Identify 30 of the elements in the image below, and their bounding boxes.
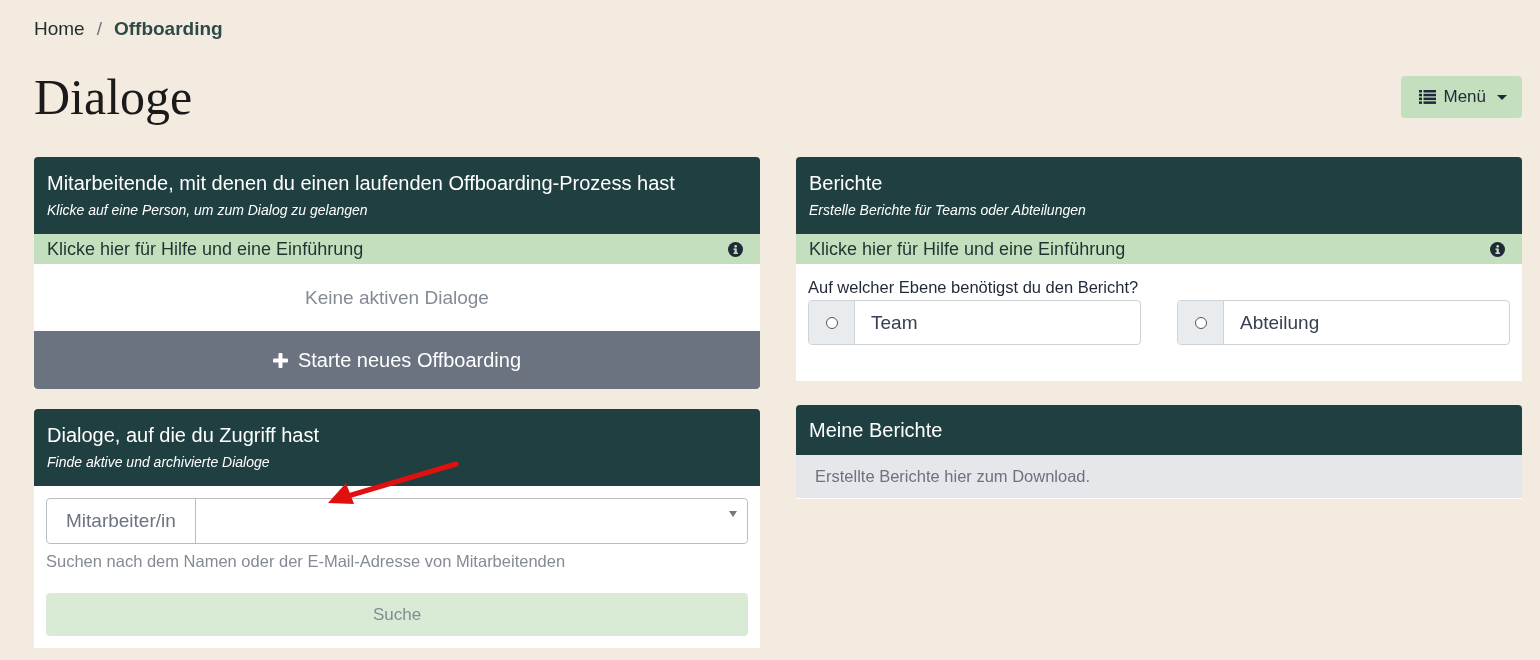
breadcrumb-link[interactable]: Home	[34, 18, 85, 40]
radio-button[interactable]	[825, 316, 838, 329]
panel-subtitle: Erstelle Berichte für Teams oder Abteilungen	[809, 202, 1087, 218]
breadcrumb-current: Offboarding	[113, 18, 223, 40]
panel-title: Mitarbeitende, mit denen du einen laufenden Offboarding-Prozess hast	[47, 171, 676, 195]
info-icon	[728, 241, 743, 257]
list-icon	[1419, 90, 1437, 104]
page-title: Dialoge	[34, 68, 193, 126]
plus-icon	[272, 352, 288, 368]
menu-button[interactable]: Menü	[1401, 76, 1522, 118]
field-hint: Suchen nach dem Namen oder der E-Mail-Adresse von Mitarbeitenden	[46, 552, 567, 571]
panel-subtitle: Klicke auf eine Person, um zum Dialog zu gelangen	[47, 202, 369, 218]
radio-option[interactable]: Team	[808, 300, 1141, 345]
option-label: Team	[870, 310, 918, 335]
empty-message: Keine aktiven Dialoge	[304, 285, 490, 310]
breadcrumb-separator: /	[96, 18, 102, 40]
panel-title: Meine Berichte	[809, 418, 944, 442]
panel-subtitle: Finde aktive und archivierte Dialoge	[47, 454, 271, 470]
caret-icon	[1497, 94, 1507, 100]
help-bar[interactable]: Klicke hier für Hilfe und eine Einführung	[796, 234, 1522, 264]
empty-message: Erstellte Berichte hier zum Download.	[796, 455, 1522, 499]
start-offboarding-button[interactable]: Starte neues Offboarding	[34, 331, 760, 389]
info-icon	[1490, 241, 1505, 257]
panel-title: Dialoge, auf die du Zugriff hast	[47, 423, 321, 447]
radio-option[interactable]: Abteilung	[1177, 300, 1510, 345]
option-label: Abteilung	[1239, 310, 1320, 335]
panel-title: Berichte	[809, 171, 884, 195]
radio-button[interactable]	[1194, 316, 1207, 329]
question-text: Auf welcher Ebene benötigst du den Bericht?	[808, 278, 1140, 297]
help-bar[interactable]: Klicke hier für Hilfe und eine Einführung	[34, 234, 760, 264]
